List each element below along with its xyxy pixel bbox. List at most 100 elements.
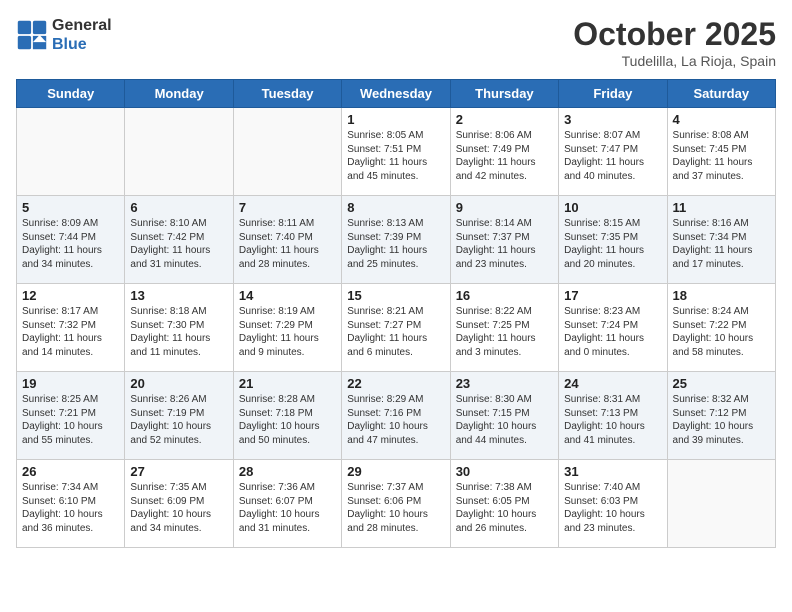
calendar-week-row: 5 Sunrise: 8:09 AM Sunset: 7:44 PM Daylig…: [17, 196, 776, 284]
date-number: 5: [22, 200, 119, 215]
cell-daylight-info: Sunrise: 8:22 AM Sunset: 7:25 PM Dayligh…: [456, 305, 553, 359]
cell-daylight-info: Sunrise: 8:24 AM Sunset: 7:22 PM Dayligh…: [673, 305, 770, 359]
date-number: 20: [130, 376, 227, 391]
cell-daylight-info: Sunrise: 8:07 AM Sunset: 7:47 PM Dayligh…: [564, 129, 661, 183]
cell-daylight-info: Sunrise: 8:08 AM Sunset: 7:45 PM Dayligh…: [673, 129, 770, 183]
date-number: 8: [347, 200, 444, 215]
cell-daylight-info: Sunrise: 8:28 AM Sunset: 7:18 PM Dayligh…: [239, 393, 336, 447]
cell-daylight-info: Sunrise: 8:23 AM Sunset: 7:24 PM Dayligh…: [564, 305, 661, 359]
calendar-cell: 15 Sunrise: 8:21 AM Sunset: 7:27 PM Dayli…: [342, 284, 450, 372]
page-header: General Blue October 2025 Tudelilla, La …: [16, 16, 776, 69]
day-header-tuesday: Tuesday: [233, 80, 341, 108]
cell-daylight-info: Sunrise: 8:25 AM Sunset: 7:21 PM Dayligh…: [22, 393, 119, 447]
cell-daylight-info: Sunrise: 8:26 AM Sunset: 7:19 PM Dayligh…: [130, 393, 227, 447]
date-number: 14: [239, 288, 336, 303]
logo-icon: [16, 19, 48, 51]
cell-daylight-info: Sunrise: 8:05 AM Sunset: 7:51 PM Dayligh…: [347, 129, 444, 183]
calendar-cell: 11 Sunrise: 8:16 AM Sunset: 7:34 PM Dayli…: [667, 196, 775, 284]
calendar-week-row: 19 Sunrise: 8:25 AM Sunset: 7:21 PM Dayli…: [17, 372, 776, 460]
cell-daylight-info: Sunrise: 8:32 AM Sunset: 7:12 PM Dayligh…: [673, 393, 770, 447]
date-number: 9: [456, 200, 553, 215]
date-number: 26: [22, 464, 119, 479]
calendar-cell: 16 Sunrise: 8:22 AM Sunset: 7:25 PM Dayli…: [450, 284, 558, 372]
cell-daylight-info: Sunrise: 8:16 AM Sunset: 7:34 PM Dayligh…: [673, 217, 770, 271]
logo: General Blue: [16, 16, 112, 54]
calendar-cell: 2 Sunrise: 8:06 AM Sunset: 7:49 PM Daylig…: [450, 108, 558, 196]
calendar-cell: 28 Sunrise: 7:36 AM Sunset: 6:07 PM Dayli…: [233, 460, 341, 548]
calendar-cell: 21 Sunrise: 8:28 AM Sunset: 7:18 PM Dayli…: [233, 372, 341, 460]
calendar-week-row: 12 Sunrise: 8:17 AM Sunset: 7:32 PM Dayli…: [17, 284, 776, 372]
date-number: 28: [239, 464, 336, 479]
date-number: 19: [22, 376, 119, 391]
date-number: 30: [456, 464, 553, 479]
date-number: 11: [673, 200, 770, 215]
date-number: 16: [456, 288, 553, 303]
day-header-saturday: Saturday: [667, 80, 775, 108]
cell-daylight-info: Sunrise: 8:31 AM Sunset: 7:13 PM Dayligh…: [564, 393, 661, 447]
date-number: 10: [564, 200, 661, 215]
cell-daylight-info: Sunrise: 8:29 AM Sunset: 7:16 PM Dayligh…: [347, 393, 444, 447]
calendar-cell: 18 Sunrise: 8:24 AM Sunset: 7:22 PM Dayli…: [667, 284, 775, 372]
calendar-cell: 13Sunrise: 8:18 AM Sunset: 7:30 PM Dayli…: [125, 284, 233, 372]
location-subtitle: Tudelilla, La Rioja, Spain: [573, 53, 776, 69]
title-block: October 2025 Tudelilla, La Rioja, Spain: [573, 16, 776, 69]
date-number: 22: [347, 376, 444, 391]
calendar-cell: 24Sunrise: 8:31 AM Sunset: 7:13 PM Dayli…: [559, 372, 667, 460]
day-header-row: SundayMondayTuesdayWednesdayThursdayFrid…: [17, 80, 776, 108]
calendar-cell: 23Sunrise: 8:30 AM Sunset: 7:15 PM Dayli…: [450, 372, 558, 460]
calendar-cell: [667, 460, 775, 548]
calendar-cell: 20 Sunrise: 8:26 AM Sunset: 7:19 PM Dayli…: [125, 372, 233, 460]
month-year-title: October 2025: [573, 16, 776, 53]
cell-daylight-info: Sunrise: 8:06 AM Sunset: 7:49 PM Dayligh…: [456, 129, 553, 183]
calendar-cell: 30Sunrise: 7:38 AM Sunset: 6:05 PM Dayli…: [450, 460, 558, 548]
day-header-thursday: Thursday: [450, 80, 558, 108]
date-number: 29: [347, 464, 444, 479]
date-number: 4: [673, 112, 770, 127]
calendar-cell: 8Sunrise: 8:13 AM Sunset: 7:39 PM Daylig…: [342, 196, 450, 284]
calendar-cell: 27Sunrise: 7:35 AM Sunset: 6:09 PM Dayli…: [125, 460, 233, 548]
day-header-wednesday: Wednesday: [342, 80, 450, 108]
logo-text-general: General: [52, 16, 112, 35]
calendar-cell: 12 Sunrise: 8:17 AM Sunset: 7:32 PM Dayli…: [17, 284, 125, 372]
calendar-cell: 5 Sunrise: 8:09 AM Sunset: 7:44 PM Daylig…: [17, 196, 125, 284]
calendar-cell: [17, 108, 125, 196]
calendar-cell: 26 Sunrise: 7:34 AM Sunset: 6:10 PM Dayli…: [17, 460, 125, 548]
calendar-cell: 7Sunrise: 8:11 AM Sunset: 7:40 PM Daylig…: [233, 196, 341, 284]
date-number: 7: [239, 200, 336, 215]
calendar-cell: 10Sunrise: 8:15 AM Sunset: 7:35 PM Dayli…: [559, 196, 667, 284]
calendar-cell: 29Sunrise: 7:37 AM Sunset: 6:06 PM Dayli…: [342, 460, 450, 548]
calendar-cell: [125, 108, 233, 196]
date-number: 2: [456, 112, 553, 127]
date-number: 15: [347, 288, 444, 303]
date-number: 3: [564, 112, 661, 127]
date-number: 13: [130, 288, 227, 303]
calendar-cell: 19 Sunrise: 8:25 AM Sunset: 7:21 PM Dayli…: [17, 372, 125, 460]
date-number: 6: [130, 200, 227, 215]
calendar-cell: 4 Sunrise: 8:08 AM Sunset: 7:45 PM Daylig…: [667, 108, 775, 196]
cell-daylight-info: Sunrise: 7:34 AM Sunset: 6:10 PM Dayligh…: [22, 481, 119, 535]
day-header-sunday: Sunday: [17, 80, 125, 108]
calendar-week-row: 26 Sunrise: 7:34 AM Sunset: 6:10 PM Dayli…: [17, 460, 776, 548]
date-number: 21: [239, 376, 336, 391]
date-number: 12: [22, 288, 119, 303]
cell-daylight-info: Sunrise: 7:36 AM Sunset: 6:07 PM Dayligh…: [239, 481, 336, 535]
day-header-monday: Monday: [125, 80, 233, 108]
calendar-cell: 9 Sunrise: 8:14 AM Sunset: 7:37 PM Daylig…: [450, 196, 558, 284]
cell-daylight-info: Sunrise: 8:10 AM Sunset: 7:42 PM Dayligh…: [130, 217, 227, 271]
cell-daylight-info: Sunrise: 8:14 AM Sunset: 7:37 PM Dayligh…: [456, 217, 553, 271]
cell-daylight-info: Sunrise: 8:21 AM Sunset: 7:27 PM Dayligh…: [347, 305, 444, 359]
calendar-table: SundayMondayTuesdayWednesdayThursdayFrid…: [16, 79, 776, 548]
calendar-cell: 1 Sunrise: 8:05 AM Sunset: 7:51 PM Daylig…: [342, 108, 450, 196]
logo-text-blue: Blue: [52, 35, 112, 54]
date-number: 25: [673, 376, 770, 391]
date-number: 18: [673, 288, 770, 303]
calendar-cell: 14Sunrise: 8:19 AM Sunset: 7:29 PM Dayli…: [233, 284, 341, 372]
date-number: 23: [456, 376, 553, 391]
cell-daylight-info: Sunrise: 8:09 AM Sunset: 7:44 PM Dayligh…: [22, 217, 119, 271]
cell-daylight-info: Sunrise: 8:17 AM Sunset: 7:32 PM Dayligh…: [22, 305, 119, 359]
calendar-cell: [233, 108, 341, 196]
calendar-cell: 25 Sunrise: 8:32 AM Sunset: 7:12 PM Dayli…: [667, 372, 775, 460]
calendar-cell: 3 Sunrise: 8:07 AM Sunset: 7:47 PM Daylig…: [559, 108, 667, 196]
calendar-week-row: 1 Sunrise: 8:05 AM Sunset: 7:51 PM Daylig…: [17, 108, 776, 196]
date-number: 1: [347, 112, 444, 127]
